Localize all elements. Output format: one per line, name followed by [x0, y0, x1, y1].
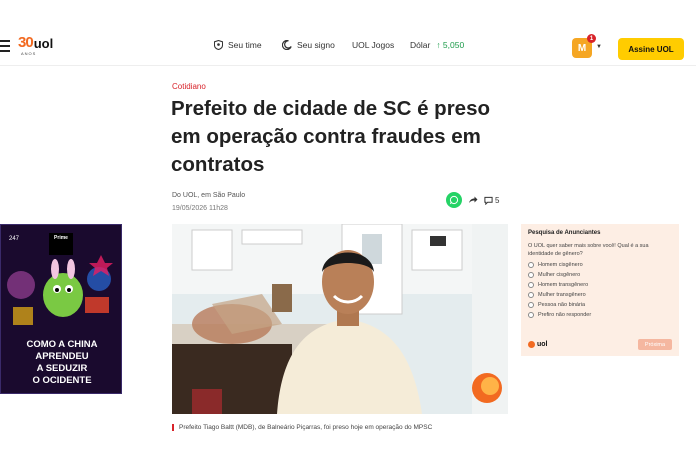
- ad-headline-line: COMO A CHINA: [26, 339, 98, 350]
- ad-headline: COMO A CHINA APRENDEU A SEDUZIR O OCIDEN…: [1, 339, 121, 387]
- article-photo[interactable]: [172, 224, 508, 414]
- logo-sub: ANOS: [21, 51, 37, 56]
- comment-icon: [484, 196, 493, 205]
- share-bar: 5: [446, 192, 499, 208]
- poll-option-label: Homem cisgênero: [538, 262, 583, 268]
- comment-count: 5: [495, 195, 500, 205]
- nav-seu-signo[interactable]: Seu signo: [282, 40, 335, 50]
- poll-option-label: Pessoa não binária: [538, 302, 586, 308]
- poll-option[interactable]: Mulher transgênero: [528, 292, 672, 298]
- radio-button[interactable]: [528, 302, 534, 308]
- radio-button[interactable]: [528, 262, 534, 268]
- dollar-rate: ↑ 5,050: [436, 40, 465, 50]
- article-byline: Do UOL, em São Paulo: [172, 192, 246, 199]
- poll-footer: uol Próxima: [528, 339, 672, 350]
- chevron-down-icon[interactable]: ▼: [596, 44, 602, 50]
- logo-number: 30: [18, 34, 34, 51]
- poll-option[interactable]: Mulher cisgênero: [528, 272, 672, 278]
- poll-option-label: Homem transgênero: [538, 282, 589, 288]
- radio-button[interactable]: [528, 282, 534, 288]
- ad-headline-line: A SEDUZIR: [36, 363, 88, 374]
- poll-option[interactable]: Homem transgênero: [528, 282, 672, 288]
- share-icon[interactable]: [468, 195, 478, 205]
- poll-option[interactable]: Prefiro não responder: [528, 312, 672, 318]
- photo-caption: Prefeito Tiago Baltt (MDB), de Balneário…: [172, 424, 432, 431]
- section-label[interactable]: Cotidiano: [172, 82, 206, 91]
- subscribe-button[interactable]: Assine UOL: [618, 38, 684, 60]
- article-date: 19/05/2026 11h28: [172, 205, 228, 212]
- nav-label: Seu signo: [297, 40, 335, 50]
- nav-seu-time[interactable]: Seu time: [214, 40, 262, 50]
- avatar-letter: M: [577, 42, 587, 54]
- poll-title: Pesquisa de Anunciantes: [528, 230, 601, 236]
- avatar[interactable]: M 1: [572, 34, 596, 58]
- radio-button[interactable]: [528, 292, 534, 298]
- photo-artwork: [172, 224, 508, 414]
- poll-logo-text: uol: [537, 341, 548, 348]
- radio-button[interactable]: [528, 312, 534, 318]
- nav-label: Dólar: [410, 40, 431, 50]
- comments-button[interactable]: 5: [484, 196, 499, 205]
- top-bar: 30 uol ANOS Seu time Seu signo UOL Jogos…: [0, 0, 696, 66]
- ad-headline-line: O OCIDENTE: [32, 375, 92, 386]
- whatsapp-glyph: [449, 195, 459, 205]
- whatsapp-icon[interactable]: [446, 192, 462, 208]
- menu-icon[interactable]: [0, 40, 10, 55]
- uol-logo[interactable]: 30 uol ANOS: [18, 34, 54, 56]
- ad-view-count: 247: [9, 236, 20, 242]
- poll-uol-logo: uol: [528, 341, 548, 348]
- notification-badge: 1: [587, 34, 596, 43]
- poll-question: O UOL quer saber mais sobre você! Qual é…: [528, 243, 649, 257]
- poll-option[interactable]: Pessoa não binária: [528, 302, 672, 308]
- advertisement[interactable]: 247 Prime COMO A CHINA APRENDEU A SEDUZI…: [0, 224, 122, 394]
- poll-option-label: Prefiro não responder: [538, 312, 592, 318]
- poll-next-button[interactable]: Próxima: [638, 339, 672, 350]
- nav-dolar[interactable]: Dólar ↑ 5,050: [410, 40, 464, 50]
- nav-uol-jogos[interactable]: UOL Jogos: [352, 40, 394, 50]
- moon-icon: [282, 40, 292, 50]
- ad-headline-line: APRENDEU: [35, 351, 89, 362]
- ad-brand-logo: Prime: [49, 233, 73, 255]
- shield-icon: [214, 40, 223, 50]
- poll-option[interactable]: Homem cisgênero: [528, 262, 672, 268]
- nav-label: UOL Jogos: [352, 40, 395, 50]
- article-headline: Prefeito de cidade de SC é preso em oper…: [171, 97, 490, 176]
- poll-option-label: Mulher transgênero: [538, 292, 586, 298]
- ad-brand-text: Prime: [54, 235, 68, 241]
- nav-label: Seu time: [228, 40, 262, 50]
- radio-button[interactable]: [528, 272, 534, 278]
- poll-option-label: Mulher cisgênero: [538, 272, 581, 278]
- advertiser-poll: Pesquisa de Anunciantes O UOL quer saber…: [521, 224, 679, 356]
- logo-brand: uol: [33, 36, 54, 51]
